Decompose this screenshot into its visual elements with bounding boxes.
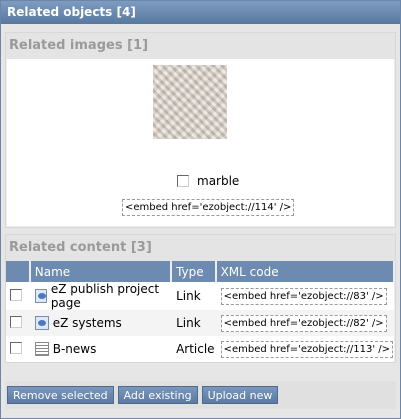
related-images-title: Related images [1] xyxy=(6,33,395,59)
name-column-header: Name xyxy=(29,261,173,282)
row-select-cell xyxy=(6,336,30,362)
related-content-table: Name Type XML code eZ publish project pa… xyxy=(6,261,396,362)
related-objects-panel: Related objects [4] Related images [1] m… xyxy=(0,0,401,419)
row-xml-cell: <embed href='ezobject://83' /> xyxy=(215,282,394,310)
row-name-cell: eZ publish project page xyxy=(29,282,172,310)
related-content-title: Related content [3] xyxy=(6,235,395,261)
table-row: eZ systems Link <embed href='ezobject://… xyxy=(6,310,394,336)
link-icon xyxy=(34,289,47,303)
row-xml-cell: <embed href='ezobject://113' /> xyxy=(215,336,394,362)
row-select-checkbox[interactable] xyxy=(10,341,22,354)
row-name-cell: eZ systems xyxy=(29,310,172,336)
table-row: B-news Article <embed href='ezobject://1… xyxy=(6,336,394,362)
panel-title: Related objects [4] xyxy=(1,1,400,24)
image-name: marble xyxy=(197,174,240,188)
xml-column-header: XML code xyxy=(215,261,396,282)
remove-selected-button[interactable]: Remove selected xyxy=(7,386,114,404)
row-select-cell xyxy=(6,310,30,336)
upload-new-button[interactable]: Upload new xyxy=(201,386,279,404)
row-select-cell xyxy=(6,282,30,310)
link-icon xyxy=(34,316,49,330)
row-name[interactable]: eZ publish project page xyxy=(51,282,170,310)
table-row: eZ publish project page Link <embed href… xyxy=(6,282,394,310)
article-icon xyxy=(34,342,49,356)
marble-thumbnail-image[interactable] xyxy=(153,65,227,139)
row-embed-code[interactable]: <embed href='ezobject://83' /> xyxy=(220,287,387,305)
row-xml-cell: <embed href='ezobject://82' /> xyxy=(215,310,394,336)
table-header-row: Name Type XML code xyxy=(6,261,396,282)
type-column-header: Type xyxy=(171,261,217,282)
related-images-section: Related images [1] marble <embed href='e… xyxy=(5,32,396,228)
row-embed-code[interactable]: <embed href='ezobject://113' /> xyxy=(220,340,393,358)
add-existing-button[interactable]: Add existing xyxy=(117,386,198,404)
action-button-bar: Remove selected Add existing Upload new xyxy=(5,381,396,409)
related-content-section: Related content [3] Name Type XML code e… xyxy=(5,234,396,363)
select-column-header xyxy=(6,261,31,282)
row-type: Link xyxy=(171,282,216,310)
image-select-row: marble xyxy=(177,173,239,189)
image-select-checkbox[interactable] xyxy=(177,175,189,187)
row-select-checkbox[interactable] xyxy=(10,288,22,301)
row-type: Link xyxy=(171,310,216,336)
row-embed-code[interactable]: <embed href='ezobject://82' /> xyxy=(220,314,387,332)
row-name[interactable]: B-news xyxy=(53,342,97,356)
row-select-checkbox[interactable] xyxy=(10,315,22,328)
images-body: marble <embed href='ezobject://114' /> xyxy=(7,59,394,226)
image-embed-code[interactable]: <embed href='ezobject://114' /> xyxy=(122,199,295,216)
row-name[interactable]: eZ systems xyxy=(53,316,122,330)
row-name-cell: B-news xyxy=(29,336,172,362)
row-type: Article xyxy=(171,336,216,362)
